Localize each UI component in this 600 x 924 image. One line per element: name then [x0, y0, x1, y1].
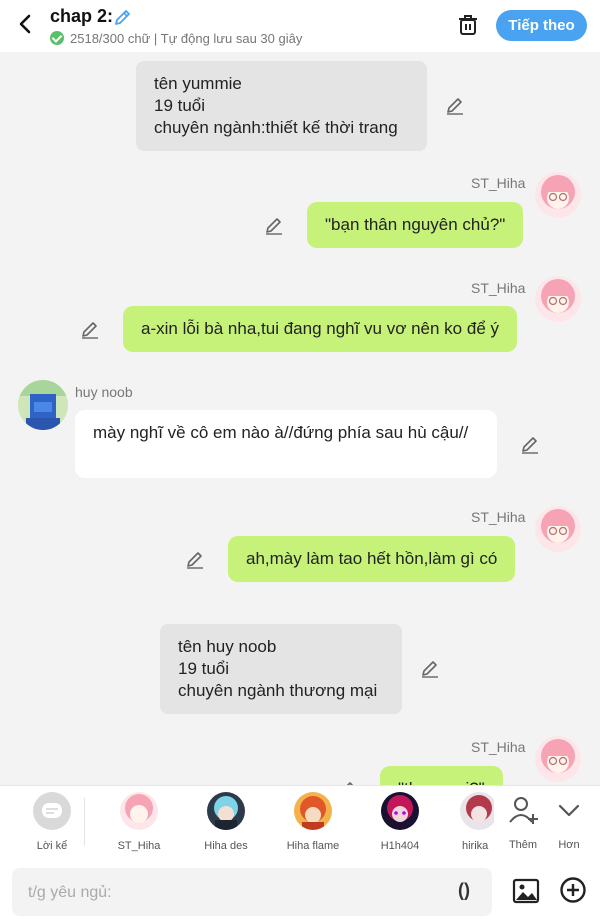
- message-bubble[interactable]: ah,mày làm tao hết hồn,làm gì có: [228, 536, 516, 582]
- message-bubble[interactable]: "bạn thân nguyên chủ?": [307, 202, 524, 248]
- character-avatar: [207, 792, 245, 830]
- next-button[interactable]: Tiếp theo: [496, 10, 587, 41]
- character-option[interactable]: ST_Hiha: [104, 792, 174, 852]
- character-avatar[interactable]: [535, 506, 581, 552]
- character-option[interactable]: Hiha flame: [278, 792, 348, 852]
- speaker-name: ST_Hiha: [471, 175, 526, 191]
- trash-icon[interactable]: [456, 13, 480, 37]
- chapter-title[interactable]: chap 2:: [50, 6, 113, 27]
- character-label: hirika: [462, 840, 489, 852]
- back-arrow-icon[interactable]: [14, 12, 38, 36]
- check-icon: [50, 31, 64, 45]
- add-circle-icon[interactable]: [559, 876, 587, 904]
- character-option[interactable]: H1h404: [365, 792, 435, 852]
- narrator-label: Lời kể: [36, 840, 68, 852]
- message-bubble[interactable]: a-xin lỗi bà nha,tui đang nghĩ vu vơ nên…: [123, 306, 517, 352]
- character-avatar[interactable]: [535, 172, 581, 218]
- message-bubble[interactable]: mày nghĩ về cô em nào à//đứng phía sau h…: [75, 410, 497, 478]
- character-avatar: [120, 792, 158, 830]
- speaker-name: ST_Hiha: [471, 509, 526, 525]
- edit-pencil-icon[interactable]: [185, 549, 205, 569]
- edit-pencil-icon[interactable]: [420, 658, 440, 678]
- narration-bubble[interactable]: tên yummie 19 tuổi chuyên ngành:thiết kế…: [136, 61, 427, 151]
- image-icon[interactable]: [512, 877, 540, 905]
- edit-pencil-icon[interactable]: [445, 95, 465, 115]
- character-label: H1h404: [380, 840, 420, 852]
- character-label: ST_Hiha: [117, 840, 161, 852]
- input-bar: (): [0, 860, 600, 924]
- more-label: Hơn: [558, 839, 580, 851]
- narrator-option[interactable]: Lời kể: [17, 792, 87, 852]
- more-button[interactable]: Hơn: [534, 792, 600, 851]
- character-avatar: [381, 792, 419, 830]
- character-label: Hiha flame: [286, 840, 340, 852]
- character-option[interactable]: Hiha des: [191, 792, 261, 852]
- narration-bubble[interactable]: tên huy noob 19 tuổi chuyên ngành thương…: [160, 624, 402, 714]
- message-bubble[interactable]: "th... ...a i?": [380, 766, 503, 785]
- character-avatar[interactable]: [18, 380, 68, 430]
- speaker-name: ST_Hiha: [471, 280, 526, 296]
- divider: [84, 798, 85, 846]
- chat-area[interactable]: tên yummie 19 tuổi chuyên ngành:thiết kế…: [0, 52, 600, 785]
- edit-pencil-icon[interactable]: [80, 319, 100, 339]
- narration-icon: [42, 803, 62, 818]
- character-avatar: [294, 792, 332, 830]
- edit-pencil-icon[interactable]: [520, 434, 540, 454]
- character-avatar[interactable]: [535, 276, 581, 322]
- character-option[interactable]: hirika: [438, 792, 494, 852]
- parenthesis-button[interactable]: (): [458, 880, 470, 901]
- save-status: 2518/300 chữ | Tự động lưu sau 30 giây: [50, 31, 302, 46]
- character-selector: Lời kể ST_Hiha Hiha des Hiha flame H1h40…: [0, 785, 600, 860]
- speaker-name: huy noob: [75, 384, 133, 400]
- character-label: Hiha des: [204, 840, 248, 852]
- edit-title-icon[interactable]: [113, 7, 133, 27]
- message-input[interactable]: [26, 868, 430, 918]
- edit-pencil-icon[interactable]: [264, 215, 284, 235]
- character-avatar[interactable]: [535, 736, 581, 782]
- status-text: 2518/300 chữ | Tự động lưu sau 30 giây: [70, 31, 303, 46]
- chevron-down-icon: [558, 804, 580, 817]
- top-bar: chap 2: 2518/300 chữ | Tự động lưu sau 3…: [0, 0, 600, 52]
- speaker-name: ST_Hiha: [471, 739, 526, 755]
- message-input-box[interactable]: (): [12, 868, 492, 918]
